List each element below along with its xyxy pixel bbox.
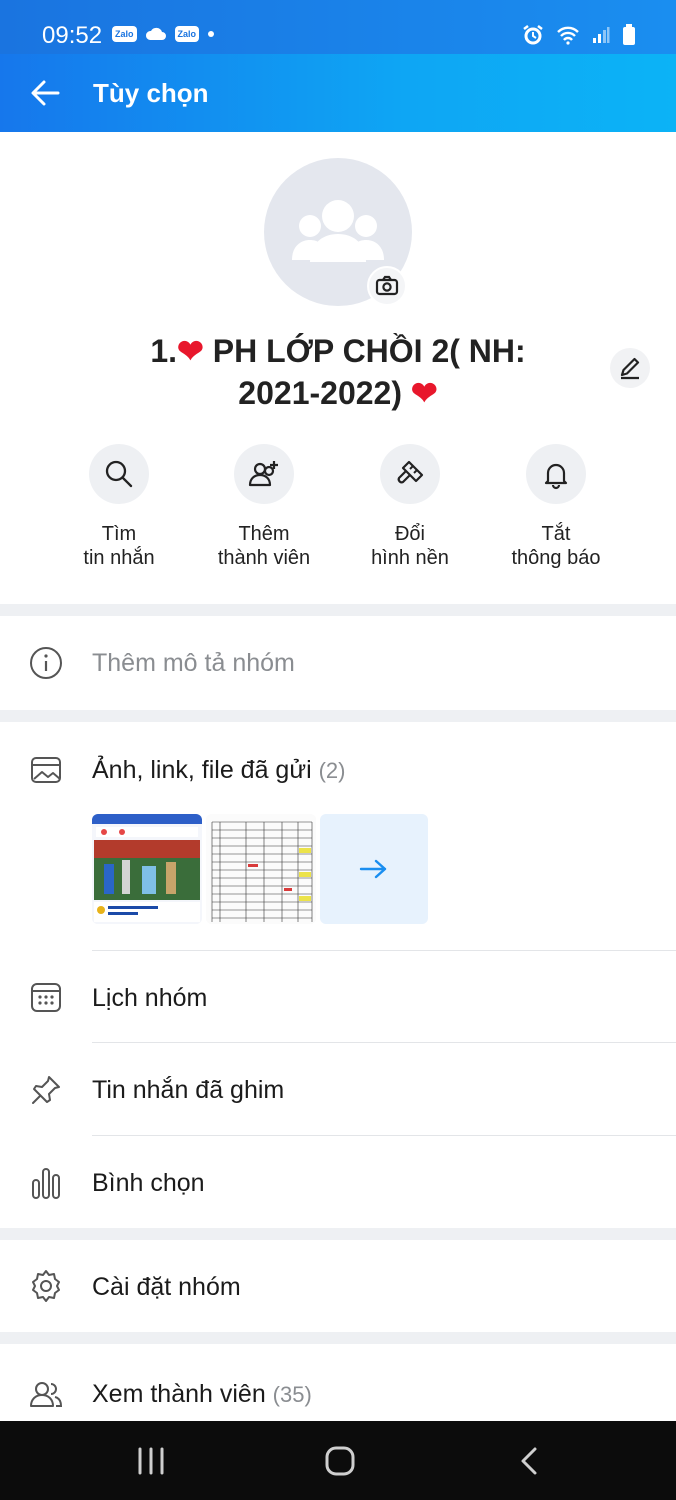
members-count: (35) [272,1382,312,1407]
media-row[interactable]: Ảnh, link, file đã gửi (2) [0,722,676,804]
recent-apps-button[interactable] [130,1443,172,1479]
status-bar: 09:52 Zalo Zalo [0,0,676,54]
action-label: Tắt thông báo [511,523,601,569]
wifi-icon [557,26,579,45]
photo-gallery-icon [28,752,64,788]
pencil-icon [620,357,640,380]
view-more-media-button[interactable] [320,814,428,924]
group-name: 1.❤ PH LỚP CHỒI 2( NH: 2021-2022) ❤ [100,330,576,414]
change-avatar-button[interactable] [367,266,407,306]
media-label: Ảnh, link, file đã gửi (2) [92,756,345,785]
notification-icons: Zalo Zalo [112,26,215,42]
system-navigation-bar [0,1421,676,1500]
zalo-notification-icon-2: Zalo [174,26,200,42]
section-separator [0,1332,676,1344]
members-icon [28,1376,64,1412]
search-messages-action[interactable]: Tìm tin nhắn [44,444,194,570]
members-label: Xem thành viên (35) [92,1380,312,1409]
add-people-icon [248,461,278,487]
action-label: Tìm tin nhắn [83,523,155,569]
bell-icon [544,463,568,490]
dot-icon [208,31,215,37]
media-thumbnail-1[interactable] [92,814,202,924]
battery-icon [623,24,635,45]
gear-icon [28,1268,64,1304]
chevron-left-icon [521,1447,537,1475]
home-button[interactable] [320,1441,360,1481]
action-circle [526,444,586,504]
section-separator [0,604,676,616]
system-back-button[interactable] [510,1443,550,1479]
action-label: Đổi hình nền [371,523,449,569]
group-name-line2: 2021-2022) [238,375,411,411]
heart-emoji: ❤ [177,333,204,369]
description-placeholder: Thêm mô tả nhóm [92,649,295,677]
zalo-notification-icon: Zalo [112,26,137,42]
camera-icon [375,275,399,296]
group-calendar-row[interactable]: Lịch nhóm [0,951,676,1043]
page-title: Tùy chọn [93,78,209,108]
arrow-left-icon [31,80,60,106]
group-name-line1: PH LỚP CHỒI 2( NH: [203,333,526,369]
group-settings-row[interactable]: Cài đặt nhóm [0,1240,676,1332]
add-description-row[interactable]: Thêm mô tả nhóm [0,616,676,710]
pin-icon [28,1072,64,1108]
calendar-label: Lịch nhóm [92,984,208,1012]
change-wallpaper-action[interactable]: Đổi hình nền [335,444,485,570]
action-circle [89,444,149,504]
action-circle [234,444,294,504]
media-label-text: Ảnh, link, file đã gửi [92,756,312,784]
action-label: Thêm thành viên [217,523,311,569]
members-label-text: Xem thành viên [92,1380,266,1408]
section-separator [0,1228,676,1240]
info-icon [28,645,64,681]
paint-brush-icon [397,460,424,484]
cloud-icon [145,27,166,40]
poll-label: Bình chọn [92,1169,205,1197]
signal-icon [593,27,610,43]
alarm-icon [523,25,543,45]
media-thumbnail-2[interactable] [206,814,316,924]
poll-row[interactable]: Bình chọn [0,1136,676,1228]
group-name-prefix: 1. [150,333,178,369]
edit-name-button[interactable] [610,348,650,388]
app-bar: Tùy chọn [0,54,676,132]
heart-emoji-2: ❤ [410,375,438,411]
back-button[interactable] [26,76,66,110]
home-icon [325,1446,355,1476]
view-members-row[interactable]: Xem thành viên (35) [0,1344,676,1421]
poll-icon [28,1165,64,1201]
action-circle [380,444,440,504]
recent-apps-icon [138,1447,164,1475]
search-icon [105,460,133,488]
arrow-right-icon [359,859,387,879]
settings-label: Cài đặt nhóm [92,1273,241,1301]
media-count: (2) [318,758,346,783]
pinned-label: Tin nhắn đã ghim [92,1076,285,1104]
add-member-action[interactable]: Thêm thành viên [189,444,339,570]
pinned-messages-row[interactable]: Tin nhắn đã ghim [0,1043,676,1135]
status-time: 09:52 [42,22,103,49]
system-icons [522,24,636,46]
mute-notifications-action[interactable]: Tắt thông báo [481,444,631,570]
calendar-icon [28,979,64,1015]
section-separator [0,710,676,722]
media-thumbnails [92,814,428,924]
